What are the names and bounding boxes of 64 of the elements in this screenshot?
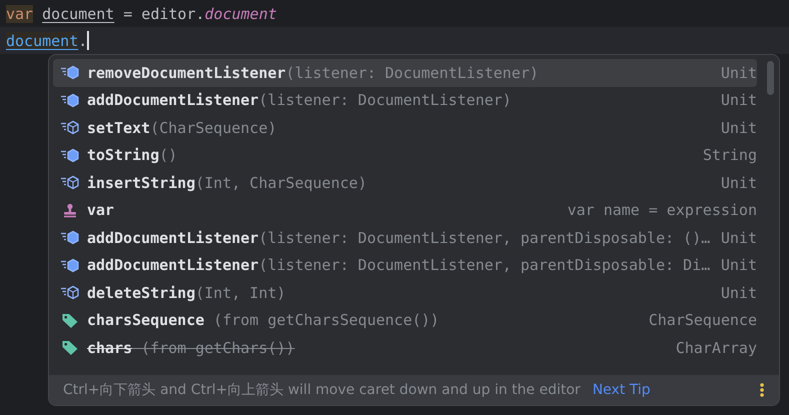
item-type: var name = expression	[566, 201, 757, 220]
item-signature: (CharSequence)	[150, 118, 277, 137]
item-name: deleteString	[87, 284, 196, 302]
item-name: addDocumentListener	[87, 91, 259, 110]
item-type: Unit	[720, 228, 757, 247]
item-signature: (from getChars())	[140, 338, 295, 357]
keyword: var	[6, 4, 34, 22]
item-signature: (listener: DocumentListener)	[286, 64, 539, 82]
completion-item[interactable]: insertString(Int, CharSequence) Unit	[53, 169, 757, 196]
method-cube-icon	[61, 148, 79, 163]
item-name: var	[87, 201, 114, 220]
item-name: charsSequence	[87, 311, 204, 330]
method-cube-icon	[61, 285, 79, 300]
item-signature: (Int, CharSequence)	[195, 174, 367, 192]
stamp-icon	[61, 202, 79, 218]
item-name: chars	[87, 338, 132, 357]
completion-item[interactable]: charsSequence (from getCharsSequence()) CharSequence	[53, 306, 757, 334]
completion-item[interactable]: deleteString(Int, Int) Unit	[53, 279, 757, 306]
tip-text: Ctrl+向下箭头 and Ctrl+向上箭头 will move caret down and up in the editor	[63, 381, 580, 399]
code-text: = editor.	[122, 4, 205, 22]
more-options-icon[interactable]	[759, 382, 765, 398]
method-cube-icon	[61, 120, 79, 136]
item-type: CharArray	[674, 338, 757, 357]
method-cube-icon	[61, 65, 79, 80]
item-type: Unit	[720, 118, 757, 137]
item-type: String	[702, 146, 757, 164]
completion-item[interactable]: toString() String	[53, 142, 757, 169]
item-signature: (listener: DocumentListener, parentDisposable: Di…	[258, 256, 710, 274]
item-signature: (listener: DocumentListener)	[258, 91, 512, 110]
method-cube-icon	[61, 92, 79, 108]
text-caret	[87, 31, 90, 50]
item-type: Unit	[720, 64, 757, 82]
completion-item[interactable]: var var name = expression	[53, 196, 757, 224]
item-type: Unit	[720, 174, 757, 192]
item-name: setText	[87, 118, 150, 137]
item-type: Unit	[720, 91, 757, 110]
method-cube-icon	[61, 175, 79, 190]
completion-item[interactable]: removeDocumentListener(listener: DocumentListener) Unit	[53, 59, 757, 86]
item-signature: (Int, Int)	[195, 284, 286, 302]
item-name: removeDocumentListener	[87, 64, 286, 82]
method-cube-icon	[61, 258, 79, 273]
tag-icon	[61, 312, 79, 328]
item-name: toString	[87, 146, 160, 164]
item-name: addDocumentListener	[87, 228, 259, 247]
tag-icon	[61, 340, 79, 356]
item-type: Unit	[720, 284, 757, 302]
item-name: insertString	[87, 174, 196, 192]
item-signature: (from getCharsSequence())	[212, 311, 440, 330]
item-signature: (listener: DocumentListener, parentDisposable: ()…	[258, 228, 710, 247]
completion-item[interactable]: addDocumentListener(listener: DocumentListener, parentDisposable: Di… Unit	[53, 252, 757, 279]
item-name: addDocumentListener	[87, 256, 259, 274]
variable-reference: document	[6, 32, 78, 50]
completion-item[interactable]: setText(CharSequence) Unit	[53, 114, 757, 142]
item-signature: ()	[159, 146, 178, 164]
item-type: Unit	[720, 256, 757, 274]
code-text: .	[78, 32, 88, 50]
completion-item[interactable]: addDocumentListener(listener: DocumentListener, parentDisposable: ()… Unit	[53, 224, 757, 252]
property-name: document	[204, 4, 277, 22]
variable-name: document	[42, 4, 114, 22]
scrollbar-thumb[interactable]	[767, 61, 774, 95]
item-type: CharSequence	[648, 311, 757, 330]
completion-item[interactable]: chars (from getChars()) CharArray	[53, 334, 757, 362]
completion-item[interactable]: addDocumentListener(listener: DocumentListener) Unit	[53, 86, 757, 114]
method-cube-icon	[61, 230, 79, 246]
